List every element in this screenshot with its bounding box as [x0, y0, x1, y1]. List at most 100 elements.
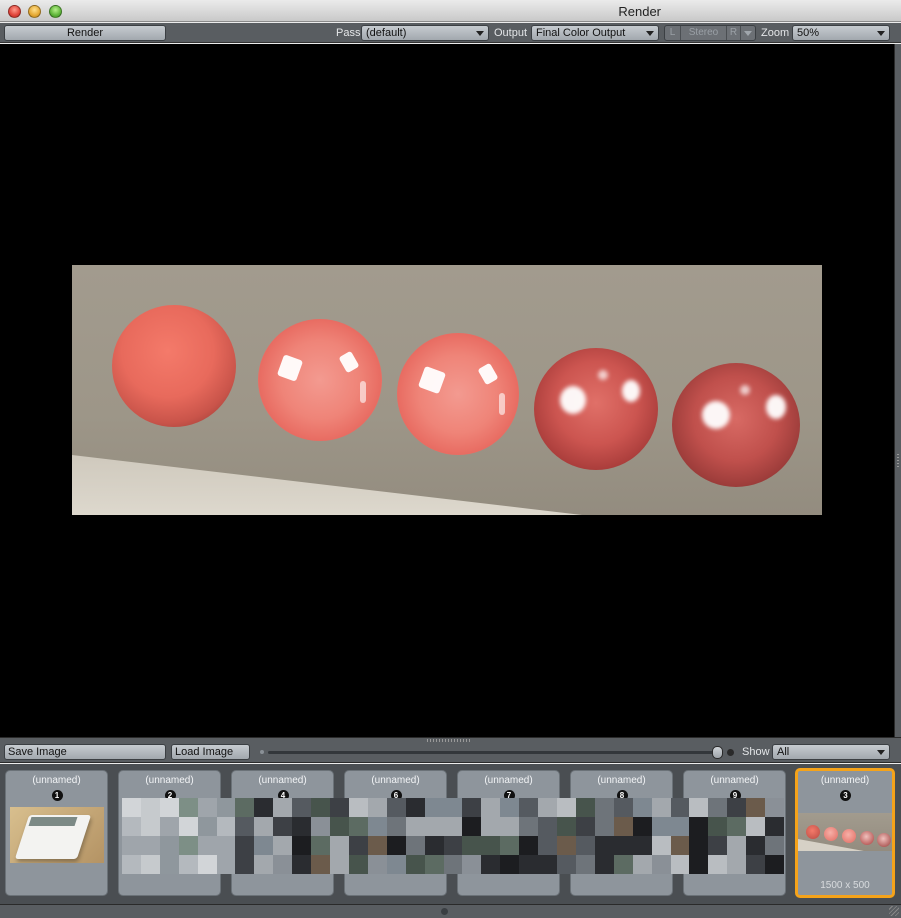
pixel-block [273, 817, 293, 836]
stereo-left-button[interactable]: L [665, 26, 681, 40]
pixel-block [670, 855, 690, 874]
pixel-block [235, 817, 255, 836]
pixel-block [613, 817, 633, 836]
thumbnail-number: 3 [840, 790, 851, 801]
sphere-highlight [598, 370, 608, 380]
pixel-block [746, 855, 766, 874]
history-thumbnail[interactable]: (unnamed) 1 [5, 770, 108, 896]
pixel-block [348, 817, 368, 836]
thumbnail-name: (unnamed) [484, 775, 533, 786]
pixel-block [765, 855, 784, 874]
pixel-block [765, 817, 784, 836]
slider-handle[interactable] [712, 746, 723, 759]
show-dropdown-value: All [777, 746, 790, 758]
pixel-block [670, 836, 690, 855]
pixel-block [197, 817, 217, 836]
pixel-block [424, 798, 444, 817]
history-thumbnail-selected[interactable]: (unnamed) 3 1500 x 500 [795, 768, 895, 898]
pixel-block [651, 798, 671, 817]
sphere-highlight [276, 354, 304, 382]
thumbnail-resolution: 1500 x 500 [820, 880, 870, 891]
window-resize-grip-icon[interactable] [889, 906, 899, 916]
thumbnail-name: (unnamed) [32, 775, 81, 786]
pixel-block [178, 836, 198, 855]
pixel-block [594, 817, 614, 836]
sphere-highlight [477, 362, 499, 386]
pixel-block [235, 798, 255, 817]
pixel-block [292, 855, 312, 874]
sphere-highlight [622, 380, 640, 402]
pass-dropdown-value: (default) [366, 27, 407, 39]
minimize-window-button[interactable] [28, 5, 41, 18]
pixel-block [632, 798, 652, 817]
thumbnail-size-slider[interactable] [268, 751, 718, 754]
pixel-block [178, 855, 198, 874]
calculator-screen [28, 817, 78, 826]
pixel-block [178, 817, 198, 836]
pixel-block [557, 817, 576, 836]
stereo-chevron-down-icon[interactable] [741, 26, 755, 40]
pixel-block [746, 817, 766, 836]
sphere-highlight [360, 381, 366, 403]
pixel-block [367, 817, 387, 836]
pixel-block [330, 836, 349, 855]
glossy-sphere [258, 319, 382, 441]
render-button[interactable]: Render [4, 25, 166, 41]
output-dropdown[interactable]: Final Color Output [531, 25, 659, 41]
show-label: Show [742, 746, 770, 758]
pixel-block [575, 836, 595, 855]
pixel-block [216, 836, 236, 855]
pixel-block [311, 855, 331, 874]
pixel-block [481, 855, 501, 874]
pixel-block [178, 798, 198, 817]
slider-max-icon [727, 749, 734, 756]
pixel-block [689, 855, 709, 874]
pixel-block [519, 798, 539, 817]
window-statusbar [0, 904, 901, 918]
load-image-label: Load Image [175, 746, 234, 758]
render-viewport[interactable] [0, 44, 894, 737]
zoom-window-button[interactable] [49, 5, 62, 18]
pixel-block [292, 817, 312, 836]
resize-handle-icon[interactable] [441, 908, 448, 915]
pixel-block [443, 798, 463, 817]
load-image-button[interactable]: Load Image [171, 744, 250, 760]
pixel-block [254, 817, 274, 836]
zoom-dropdown-value: 50% [797, 27, 820, 39]
stereo-button[interactable]: Stereo [681, 26, 727, 40]
pixel-block [538, 836, 558, 855]
pixel-block [594, 836, 614, 855]
preview-sphere [877, 833, 891, 847]
viewport-side-splitter[interactable] [894, 44, 901, 737]
sphere-highlight [338, 350, 360, 374]
pixel-block [367, 855, 387, 874]
pixel-block [575, 798, 595, 817]
zoom-dropdown[interactable]: 50% [792, 25, 890, 41]
pixel-block [632, 855, 652, 874]
sphere-highlight [702, 401, 730, 429]
pixel-block [538, 817, 558, 836]
preview-sphere [824, 827, 838, 841]
pixel-block [273, 855, 293, 874]
pixel-block [727, 855, 747, 874]
sphere-highlight [417, 365, 447, 395]
pixel-block [254, 855, 274, 874]
panel-splitter-grip[interactable] [427, 739, 471, 742]
window-title: Render [618, 4, 661, 19]
thumbnail-name: (unnamed) [820, 775, 870, 786]
close-window-button[interactable] [8, 5, 21, 18]
pass-dropdown[interactable]: (default) [361, 25, 489, 41]
show-dropdown[interactable]: All [772, 744, 890, 760]
pixel-block [122, 817, 141, 836]
pixel-block [500, 798, 520, 817]
pixel-block [348, 798, 368, 817]
pass-label: Pass [336, 27, 361, 39]
stereo-right-button[interactable]: R [727, 26, 741, 40]
pixel-block [519, 836, 539, 855]
preview-sphere [842, 829, 856, 843]
pixel-block [481, 798, 501, 817]
chevron-down-icon [877, 31, 885, 36]
pixel-block [651, 836, 671, 855]
pixel-block [386, 855, 406, 874]
save-image-button[interactable]: Save Image [4, 744, 166, 760]
